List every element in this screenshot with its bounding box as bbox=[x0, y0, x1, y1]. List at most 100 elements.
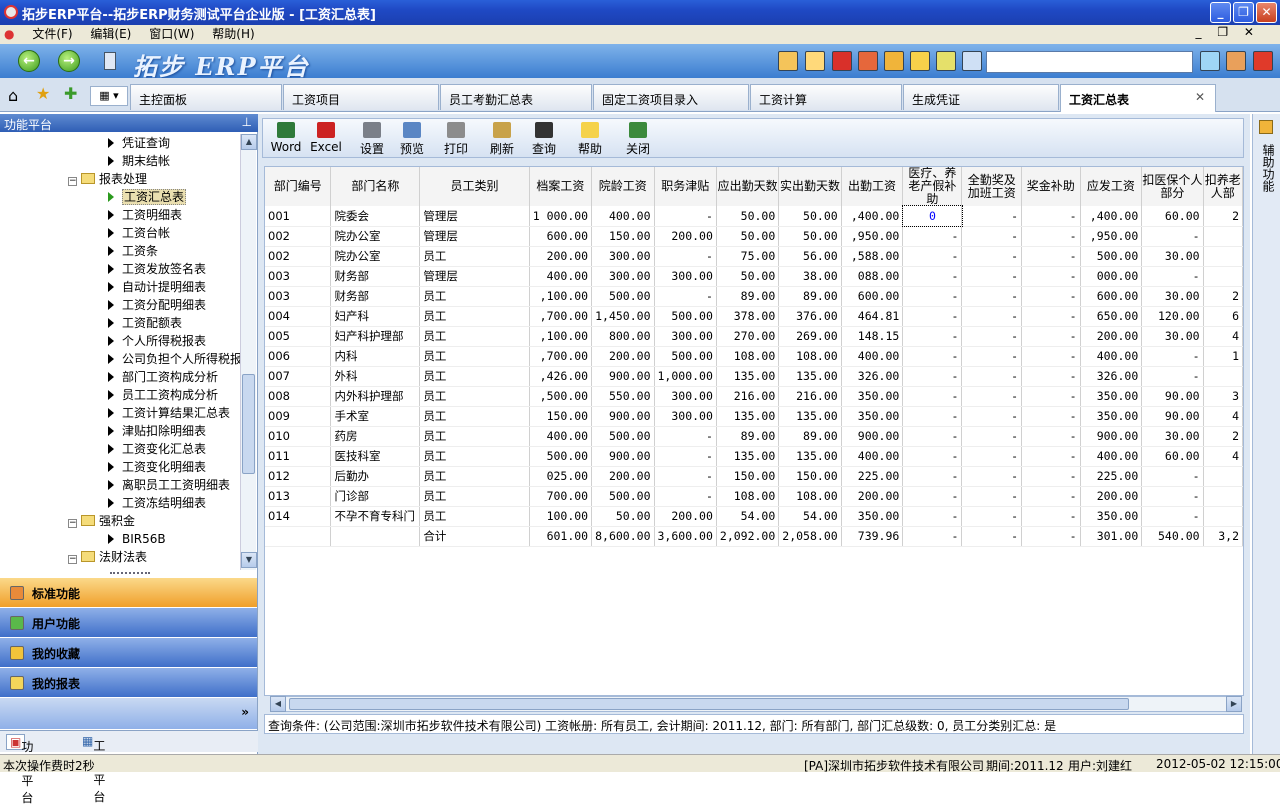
toolbar-star-icon[interactable] bbox=[910, 51, 930, 71]
table-cell[interactable]: 300.00 bbox=[654, 326, 716, 346]
table-cell[interactable]: - bbox=[962, 386, 1022, 406]
tab-salary-summary[interactable]: 工资汇总表 ✕ bbox=[1060, 84, 1216, 112]
table-cell[interactable]: 216.00 bbox=[716, 386, 778, 406]
table-cell[interactable]: 600.00 bbox=[841, 286, 903, 306]
table-cell[interactable]: - bbox=[1142, 486, 1203, 506]
table-cell[interactable]: 003 bbox=[265, 266, 331, 286]
table-cell[interactable]: 员工 bbox=[420, 306, 529, 326]
table-cell[interactable]: - bbox=[654, 446, 716, 466]
table-cell[interactable]: 30.00 bbox=[1142, 246, 1203, 266]
table-cell[interactable]: 148.15 bbox=[841, 326, 903, 346]
tree-item[interactable]: 工资配额表 bbox=[108, 314, 182, 332]
table-cell[interactable]: 900.00 bbox=[1080, 426, 1142, 446]
table-cell[interactable]: - bbox=[1022, 466, 1081, 486]
accordion-standard-functions[interactable]: 标准功能 bbox=[0, 577, 257, 607]
table-cell[interactable]: ,950.00 bbox=[1080, 226, 1142, 246]
table-cell[interactable]: 1 000.00 bbox=[529, 206, 591, 226]
tree-item[interactable]: 工资发放签名表 bbox=[108, 260, 206, 278]
table-cell[interactable]: 1 bbox=[1203, 346, 1242, 366]
pin-icon[interactable]: ⊥ bbox=[242, 115, 252, 129]
table-cell[interactable]: 500.00 bbox=[654, 306, 716, 326]
table-cell[interactable]: 800.00 bbox=[592, 326, 654, 346]
table-cell[interactable]: - bbox=[1142, 466, 1203, 486]
table-cell[interactable]: 350.00 bbox=[1080, 406, 1142, 426]
table-cell[interactable]: - bbox=[962, 466, 1022, 486]
table-row[interactable]: 003财务部管理层400.00300.00300.0050.0038.00088… bbox=[265, 266, 1243, 286]
home-tab-icon[interactable]: ⌂ bbox=[8, 86, 18, 105]
table-cell[interactable]: 135.00 bbox=[779, 406, 841, 426]
table-cell[interactable]: 200.00 bbox=[654, 506, 716, 526]
table-cell[interactable]: 014 bbox=[265, 506, 331, 526]
table-cell[interactable] bbox=[1203, 226, 1242, 246]
table-cell[interactable]: - bbox=[654, 486, 716, 506]
table-cell[interactable]: ,500.00 bbox=[529, 386, 591, 406]
exit-icon[interactable] bbox=[1253, 51, 1273, 71]
table-cell[interactable]: ,700.00 bbox=[529, 306, 591, 326]
table-cell[interactable]: 540.00 bbox=[1142, 526, 1203, 546]
tree-item[interactable]: 公司负担个人所得税报 bbox=[108, 350, 240, 368]
table-cell[interactable]: - bbox=[654, 466, 716, 486]
table-cell[interactable]: - bbox=[962, 446, 1022, 466]
menu-edit[interactable]: 编辑(E) bbox=[90, 25, 131, 42]
column-header[interactable]: 应出勤天数 bbox=[716, 167, 778, 206]
table-cell[interactable]: 350.00 bbox=[841, 406, 903, 426]
menu-window[interactable]: 窗口(W) bbox=[149, 25, 194, 42]
table-cell[interactable]: - bbox=[962, 286, 1022, 306]
column-header[interactable]: 实出勤天数 bbox=[779, 167, 841, 206]
quick-search-input[interactable] bbox=[986, 51, 1193, 73]
table-cell[interactable]: 900.00 bbox=[592, 446, 654, 466]
table-cell[interactable]: 004 bbox=[265, 306, 331, 326]
table-cell[interactable]: - bbox=[962, 406, 1022, 426]
table-cell[interactable]: 269.00 bbox=[779, 326, 841, 346]
table-cell[interactable]: 89.00 bbox=[716, 426, 778, 446]
table-cell[interactable]: 管理层 bbox=[420, 226, 529, 246]
table-cell[interactable]: 400.00 bbox=[529, 426, 591, 446]
table-cell[interactable]: - bbox=[962, 486, 1022, 506]
table-row[interactable]: 008内外科护理部员工,500.00550.00300.00216.00216.… bbox=[265, 386, 1243, 406]
table-cell[interactable]: 200.00 bbox=[654, 226, 716, 246]
table-cell[interactable]: 400.00 bbox=[1080, 446, 1142, 466]
table-cell[interactable]: 员工 bbox=[420, 446, 529, 466]
table-cell[interactable]: 院委会 bbox=[331, 206, 420, 226]
table-cell[interactable]: 120.00 bbox=[1142, 306, 1203, 326]
tree-item[interactable]: 部门工资构成分析 bbox=[108, 368, 218, 386]
table-cell[interactable]: 54.00 bbox=[716, 506, 778, 526]
table-row[interactable]: 合计601.008,600.003,600.002,092.002,058.00… bbox=[265, 526, 1243, 546]
tree-item[interactable]: 个人所得税报表 bbox=[108, 332, 206, 350]
assist-sidebar[interactable]: 辅助功能 bbox=[1252, 114, 1280, 754]
table-cell[interactable] bbox=[1203, 266, 1242, 286]
table-cell[interactable]: 药房 bbox=[331, 426, 420, 446]
tree-item[interactable]: 期末结帐 bbox=[108, 152, 170, 170]
tab-function-platform[interactable]: ▣ 功能平台 bbox=[6, 734, 25, 750]
tree-item[interactable]: −法财法表 bbox=[68, 548, 147, 566]
table-cell[interactable]: 管理层 bbox=[420, 206, 529, 226]
table-cell[interactable]: - bbox=[1022, 526, 1081, 546]
table-cell[interactable]: 89.00 bbox=[716, 286, 778, 306]
table-cell[interactable]: 135.00 bbox=[716, 446, 778, 466]
table-cell[interactable]: 90.00 bbox=[1142, 406, 1203, 426]
table-cell[interactable]: 54.00 bbox=[779, 506, 841, 526]
table-cell[interactable]: 150.00 bbox=[529, 406, 591, 426]
table-cell[interactable]: 012 bbox=[265, 466, 331, 486]
table-row[interactable]: 002院办公室管理层600.00150.00200.0050.0050.00,9… bbox=[265, 226, 1243, 246]
table-cell[interactable]: 500.00 bbox=[592, 426, 654, 446]
table-cell[interactable]: ,588.00 bbox=[841, 246, 903, 266]
table-cell[interactable]: 财务部 bbox=[331, 266, 420, 286]
table-cell[interactable]: 医技科室 bbox=[331, 446, 420, 466]
table-row[interactable]: 010药房员工400.00500.00-89.0089.00900.00---9… bbox=[265, 426, 1243, 446]
maximize-button[interactable]: ❐ bbox=[1233, 2, 1254, 23]
table-row[interactable]: 001院委会管理层1 000.00400.00-50.0050.00,400.0… bbox=[265, 206, 1243, 226]
table-cell[interactable]: 900.00 bbox=[841, 426, 903, 446]
close-tab-icon[interactable]: ✕ bbox=[1195, 90, 1205, 104]
table-cell[interactable]: 400.00 bbox=[841, 446, 903, 466]
column-header[interactable]: 档案工资 bbox=[529, 167, 591, 206]
table-cell[interactable]: 100.00 bbox=[529, 506, 591, 526]
tab-main-panel[interactable]: 主控面板 bbox=[130, 84, 282, 110]
table-row[interactable]: 002院办公室员工200.00300.00-75.0056.00,588.00-… bbox=[265, 246, 1243, 266]
table-cell[interactable]: - bbox=[962, 306, 1022, 326]
table-cell[interactable]: - bbox=[962, 206, 1022, 226]
tree-item[interactable]: 员工工资构成分析 bbox=[108, 386, 218, 404]
table-cell[interactable]: 50.00 bbox=[716, 226, 778, 246]
tree-item[interactable]: 工资变化明细表 bbox=[108, 458, 206, 476]
table-cell[interactable]: 500.00 bbox=[654, 346, 716, 366]
